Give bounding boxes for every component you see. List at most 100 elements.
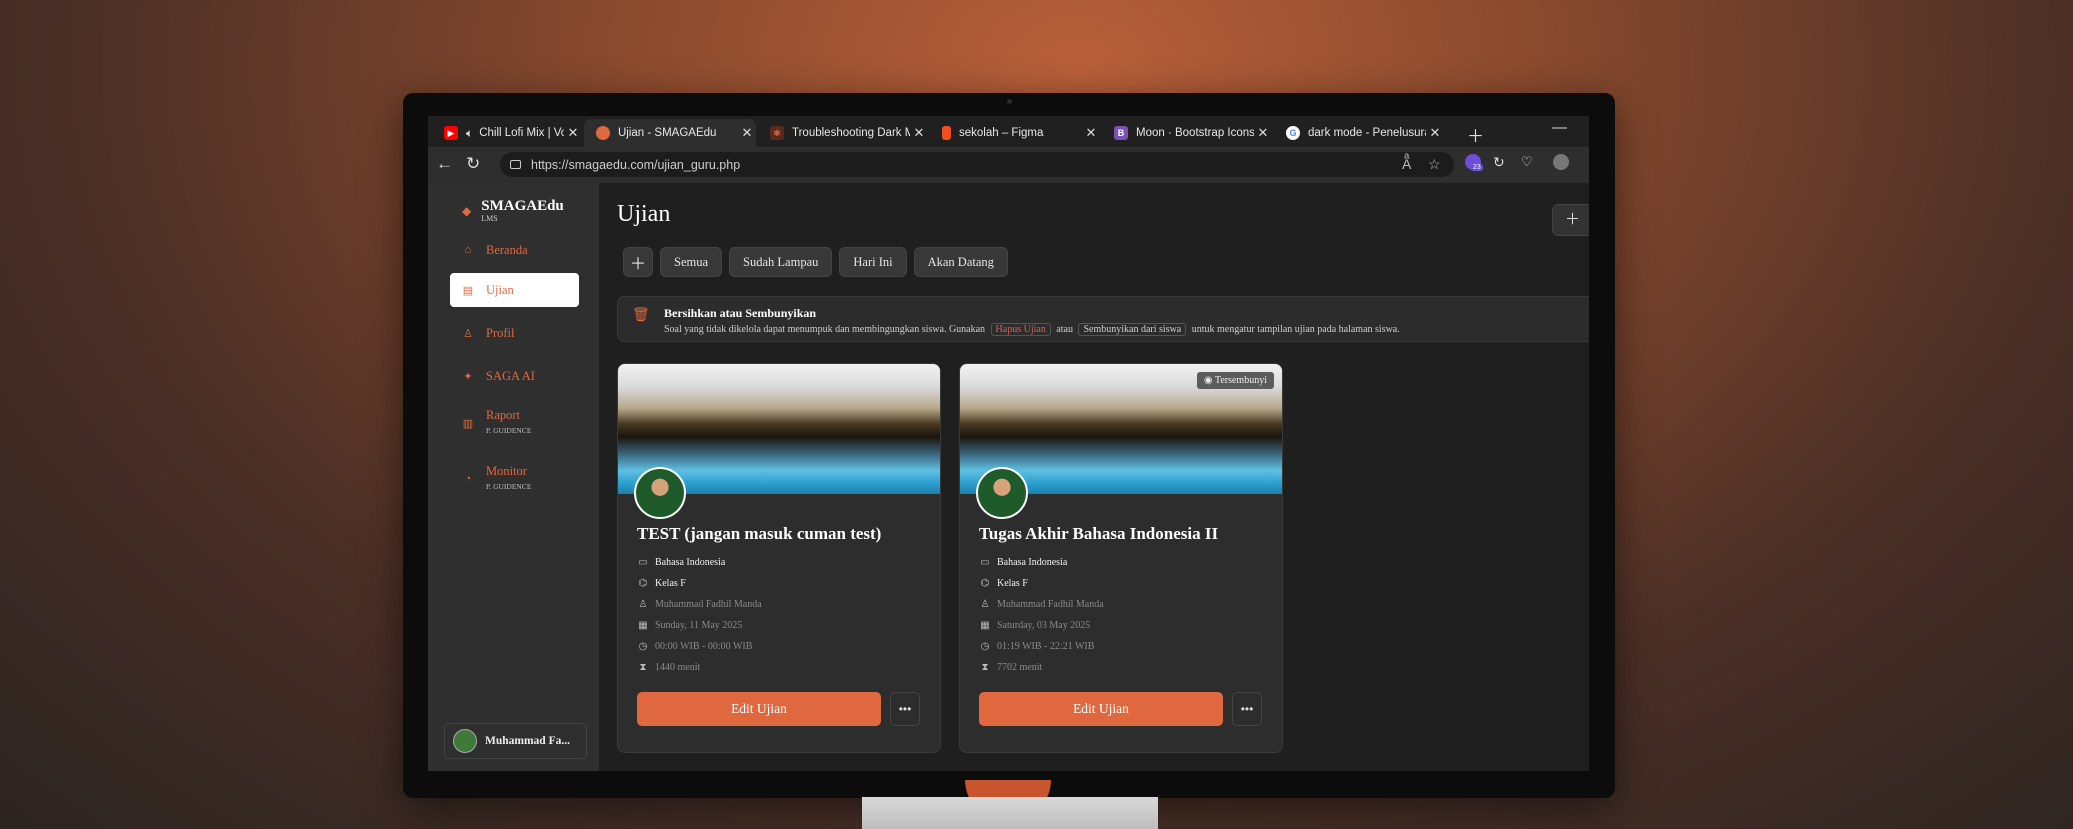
trash-icon: 🗑︎	[632, 306, 650, 322]
class-icon: ⌬	[638, 578, 648, 589]
claude-icon: ✱	[770, 126, 784, 140]
sidebar-item-beranda[interactable]: ⌂ Beranda	[450, 233, 579, 267]
meta-class: ⌬ Kelas F	[637, 578, 686, 589]
person-icon: ♙	[638, 599, 648, 610]
profile-avatar[interactable]	[1553, 154, 1569, 170]
subject-text: Bahasa Indonesia	[997, 557, 1068, 568]
speaker-icon[interactable]: 🔈︎	[466, 126, 473, 141]
teacher-avatar	[634, 467, 686, 519]
meta-time: ◷ 00:00 WIB - 00:00 WIB	[637, 641, 753, 652]
tab-title: Troubleshooting Dark M	[792, 127, 910, 139]
tab-google[interactable]: G dark mode - Penelusuran ✕	[1274, 119, 1444, 147]
clock-icon: ◷	[638, 641, 648, 652]
smagaedu-icon	[596, 126, 610, 140]
tab-title: Moon · Bootstrap Icons	[1136, 127, 1254, 139]
banner-text-1: Soal yang tidak dikelola dapat menumpuk …	[664, 324, 986, 335]
calendar-icon: ▦	[638, 620, 648, 631]
close-icon[interactable]: ✕	[1254, 125, 1272, 141]
reload-icon[interactable]: ↻	[466, 154, 480, 174]
meta-date: ▦ Sunday, 11 May 2025	[637, 620, 742, 631]
meta-time: ◷ 01:19 WIB - 22:21 WIB	[979, 641, 1095, 652]
avatar	[453, 729, 477, 753]
tab-smagaedu[interactable]: Ujian - SMAGAEdu ✕	[584, 119, 756, 147]
date-text: Saturday, 03 May 2025	[997, 620, 1091, 631]
close-icon[interactable]: ✕	[1426, 125, 1444, 141]
close-icon[interactable]: ✕	[910, 125, 928, 141]
minimize-icon[interactable]: —	[1552, 119, 1567, 136]
sidebar-item-saga-ai[interactable]: ✦ SAGA AI	[450, 359, 579, 393]
meta-duration: ⧗ 1440 menit	[637, 662, 700, 673]
sidebar: ◆ SMAGAEdu LMS ⌂ Beranda ▤ Ujian ♙ Profi…	[428, 183, 599, 771]
close-icon[interactable]: ✕	[1082, 125, 1100, 141]
hidden-badge: ◉ Tersembunyi	[1196, 372, 1274, 389]
sidebar-item-monitor[interactable]: ◔ Monitor P. GUIDENCE	[450, 459, 579, 499]
tab-title: Ujian - SMAGAEdu	[618, 127, 717, 139]
extension-badge: 23	[1471, 164, 1483, 171]
sidebar-item-raport[interactable]: ▥ Raport P. GUIDENCE	[450, 403, 579, 443]
filter-akan-datang[interactable]: Akan Datang	[913, 247, 1008, 277]
date-text: Sunday, 11 May 2025	[655, 620, 743, 631]
monitor-stand	[862, 797, 1158, 829]
sidebar-item-label: Monitor	[486, 464, 527, 478]
filter-sudah-lampau[interactable]: Sudah Lampau	[729, 247, 833, 277]
tab-bootstrap[interactable]: B Moon · Bootstrap Icons ✕	[1102, 119, 1272, 147]
filter-semua[interactable]: Semua	[660, 247, 723, 277]
clock-icon: ◷	[980, 641, 990, 652]
sidebar-item-label: Ujian	[486, 282, 514, 297]
back-icon[interactable]: ←	[436, 154, 453, 174]
calendar-icon: ▦	[980, 620, 990, 631]
sidebar-item-label: Raport	[486, 408, 521, 422]
info-banner: 🗑︎ Bersihkan atau Sembunyikan Soal yang …	[617, 296, 1589, 342]
sparkle-icon: ✦	[463, 370, 473, 383]
tab-youtube[interactable]: ▶ 🔈︎ Chill Lofi Mix | Vol. ✕	[432, 119, 582, 147]
tab-figma[interactable]: sekolah – Figma ✕	[930, 119, 1100, 147]
refresh-extension-icon[interactable]: ↻	[1493, 154, 1505, 171]
filter-hari-ini[interactable]: Hari Ini	[839, 247, 907, 277]
more-options-icon[interactable]: •••	[1232, 692, 1262, 726]
banner-text: Soal yang tidak dikelola dapat menumpuk …	[664, 323, 1400, 336]
performance-icon[interactable]: ♡	[1521, 154, 1533, 170]
more-options-icon[interactable]: •••	[890, 692, 920, 726]
add-exam-button[interactable]: ＋	[1552, 204, 1589, 236]
sidebar-item-ujian[interactable]: ▤ Ujian	[450, 273, 579, 307]
add-button[interactable]: ＋	[623, 247, 653, 277]
tag-hapus-ujian: Hapus Ujian	[990, 323, 1051, 336]
edit-exam-button[interactable]: Edit Ujian	[979, 692, 1223, 726]
tab-title: dark mode - Penelusuran	[1308, 127, 1426, 139]
tab-title: sekolah – Figma	[959, 127, 1044, 139]
close-icon[interactable]: ✕	[564, 125, 582, 141]
favorite-star-icon[interactable]: ☆	[1428, 156, 1441, 173]
banner-text-2: atau	[1056, 324, 1073, 335]
time-text: 00:00 WIB - 00:00 WIB	[655, 641, 753, 652]
document-icon: ▤	[462, 284, 474, 297]
sidebar-item-sub: P. GUIDENCE	[486, 482, 532, 491]
tab-claude[interactable]: ✱ Troubleshooting Dark M ✕	[758, 119, 928, 147]
logo[interactable]: ◆ SMAGAEdu LMS	[462, 199, 564, 224]
read-aloud-icon[interactable]: Aͣ	[1402, 156, 1411, 172]
hourglass-icon: ⧗	[639, 662, 647, 673]
meta-teacher: ♙ Muhammad Fadhil Manda	[979, 599, 1104, 610]
address-bar: ← ↻ https://smagaedu.com/ujian_guru.php …	[428, 147, 1589, 183]
brand-sub: LMS	[481, 214, 498, 223]
exam-card[interactable]: TEST (jangan masuk cuman test) ▭ Bahasa I…	[617, 363, 941, 753]
figma-icon	[942, 126, 951, 140]
eye-slash-icon: ◉	[1203, 375, 1215, 386]
meta-class: ⌬ Kelas F	[979, 578, 1028, 589]
sidebar-item-sub: P. GUIDENCE	[486, 426, 532, 435]
new-tab-icon[interactable]: ＋	[1467, 122, 1484, 147]
sidebar-item-profil[interactable]: ♙ Profil	[450, 316, 579, 350]
url-field[interactable]: https://smagaedu.com/ujian_guru.php Aͣ ☆	[500, 152, 1454, 177]
close-icon[interactable]: ✕	[738, 125, 756, 141]
book-icon: ▭	[638, 557, 648, 568]
smagaedu-logo-icon: ◆	[462, 204, 472, 218]
edit-exam-button[interactable]: Edit Ujian	[637, 692, 881, 726]
filter-bar: ＋ Semua Sudah Lampau Hari Ini Akan Datan…	[623, 247, 1008, 277]
banner-text-3: untuk mengatur tampilan ujian pada halam…	[1191, 324, 1400, 335]
page-title: Ujian	[617, 201, 671, 227]
url-text: https://smagaedu.com/ujian_guru.php	[531, 157, 741, 172]
user-menu[interactable]: Muhammad Fa...	[444, 723, 587, 759]
monitor-icon: ◔	[464, 473, 472, 485]
exam-title: TEST (jangan masuk cuman test)	[637, 524, 882, 543]
exam-card[interactable]: ◉ Tersembunyi Tugas Akhir Bahasa Indones…	[959, 363, 1283, 753]
sidebar-item-label: Beranda	[486, 242, 528, 257]
